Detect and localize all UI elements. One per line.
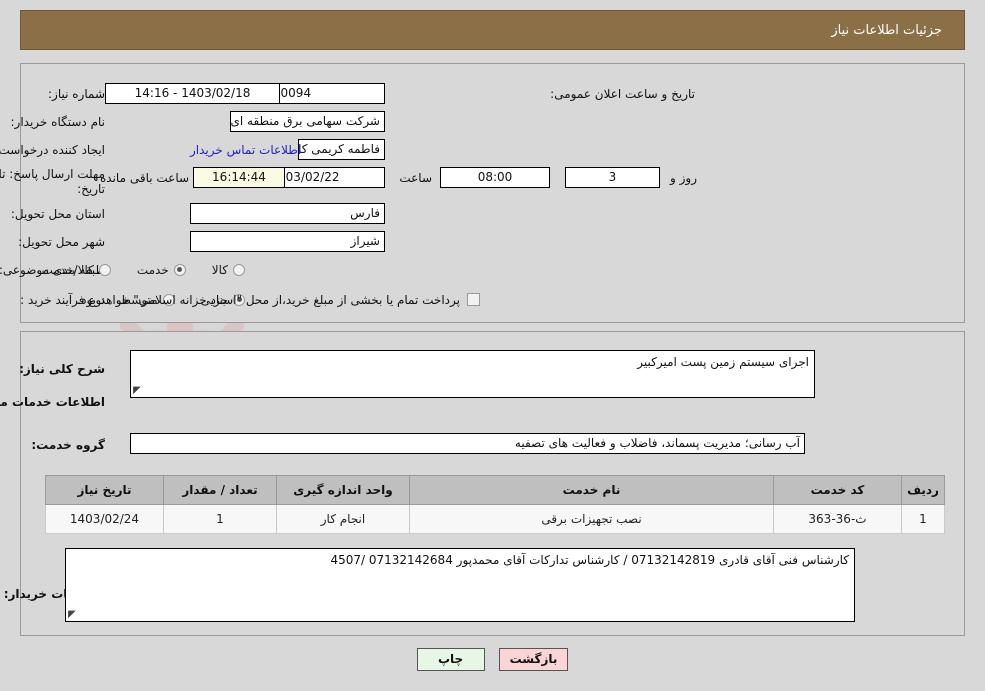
request-creator-label: ایجاد کننده درخواست: xyxy=(0,142,105,157)
category-option-kala[interactable]: کالا xyxy=(212,263,245,277)
print-button[interactable]: چاپ xyxy=(416,648,485,671)
remaining-days-label: روز و xyxy=(670,170,697,185)
resize-grip-icon[interactable]: ◥ xyxy=(133,385,143,396)
services-section-title: اطلاعات خدمات مورد نیاز xyxy=(0,394,105,409)
buyer-contact-link[interactable]: اطلاعات تماس خریدار xyxy=(190,143,301,157)
subject-category-radio-group[interactable]: کالا خدمت کالا/خدمت xyxy=(16,259,245,280)
general-description-value: اجرای سیستم زمین پست امیرکبیر xyxy=(637,355,809,369)
deadline-hour-value: 08:00 xyxy=(440,167,550,188)
col-radif: ردیف xyxy=(901,475,945,505)
cell-qty: 1 xyxy=(163,504,277,534)
buyer-org-label: نام دستگاه خریدار: xyxy=(10,114,106,129)
services-table: ردیف کد خدمت نام خدمت واحد اندازه گیری ت… xyxy=(45,475,945,534)
countdown-timer-value: 16:14:44 xyxy=(193,167,285,188)
buyer-notes-value: کارشناس فنی آقای قادری 07132142819 / کار… xyxy=(330,553,849,567)
page-title: جزئیات اطلاعات نیاز xyxy=(831,22,942,38)
radio-icon-khedmat[interactable] xyxy=(173,263,186,276)
table-row: 1 ث-36-363 نصب تجهیزات برقی انجام کار 1 … xyxy=(45,504,945,534)
remaining-days-value: 3 xyxy=(565,167,660,188)
back-button[interactable]: بازگشت xyxy=(498,648,569,671)
announce-datetime-value: 1403/02/18 - 14:16 xyxy=(105,83,280,104)
col-code: کد خدمت xyxy=(773,475,902,505)
general-description-label: شرح کلی نیاز: xyxy=(19,361,105,376)
service-group-label: گروه خدمت: xyxy=(31,437,105,452)
category-option-kala-khedmat-label: کالا/خدمت xyxy=(41,262,94,277)
treasury-bonds-note: پرداخت تمام یا بخشی از مبلغ خرید،از محل … xyxy=(77,292,460,307)
request-creator-value: فاطمه کریمی کارشناس قرارداد شرکت سهامی ب… xyxy=(298,139,385,160)
category-option-kala-label: کالا xyxy=(211,262,228,277)
col-unit: واحد اندازه گیری xyxy=(276,475,410,505)
services-table-wrapper: ردیف کد خدمت نام خدمت واحد اندازه گیری ت… xyxy=(45,475,945,534)
category-option-khedmat[interactable]: خدمت xyxy=(137,263,186,277)
general-description-textarea[interactable]: اجرای سیستم زمین پست امیرکبیر ◥ xyxy=(130,350,815,398)
cell-radif: 1 xyxy=(901,504,945,534)
col-date: تاریخ نیاز xyxy=(45,475,164,505)
delivery-province-label: استان محل تحویل: xyxy=(10,206,105,221)
delivery-city-value: شیراز xyxy=(190,231,385,252)
cell-name: نصب تجهیزات برقی xyxy=(409,504,774,534)
col-name: نام خدمت xyxy=(409,475,774,505)
buyer-notes-textarea[interactable]: کارشناس فنی آقای قادری 07132142819 / کار… xyxy=(65,548,855,622)
table-header-row: ردیف کد خدمت نام خدمت واحد اندازه گیری ت… xyxy=(45,475,945,505)
countdown-timer-label: ساعت باقی مانده xyxy=(100,170,190,185)
deadline-label: مهلت ارسال پاسخ: تا تاریخ: xyxy=(0,167,105,196)
delivery-province-value: فارس xyxy=(190,203,385,224)
buyer-org-value: شرکت سهامی برق منطقه ای فارس xyxy=(230,111,385,132)
category-option-khedmat-label: خدمت xyxy=(136,262,169,277)
announce-datetime-label: تاریخ و ساعت اعلان عمومی: xyxy=(550,86,695,101)
deadline-hour-label: ساعت xyxy=(399,170,432,185)
cell-date: 1403/02/24 xyxy=(45,504,164,534)
category-option-kala-khedmat[interactable]: کالا/خدمت xyxy=(42,263,111,277)
service-group-value: آب رسانی؛ مدیریت پسماند، فاضلاب و فعالیت… xyxy=(130,433,805,454)
need-number-label: شماره نیاز: xyxy=(48,86,105,101)
action-button-bar: بازگشت چاپ xyxy=(0,648,985,671)
radio-icon-kala[interactable] xyxy=(233,263,245,276)
cell-unit: انجام کار xyxy=(276,504,410,534)
radio-icon-kala-khedmat[interactable] xyxy=(98,263,111,276)
page-header: جزئیات اطلاعات نیاز xyxy=(20,10,965,50)
delivery-city-label: شهر محل تحویل: xyxy=(18,234,105,249)
col-qty: تعداد / مقدار xyxy=(163,475,277,505)
cell-code: ث-36-363 xyxy=(773,504,902,534)
resize-grip-icon-notes[interactable]: ◥ xyxy=(68,609,78,620)
treasury-bonds-checkbox[interactable] xyxy=(467,293,480,306)
